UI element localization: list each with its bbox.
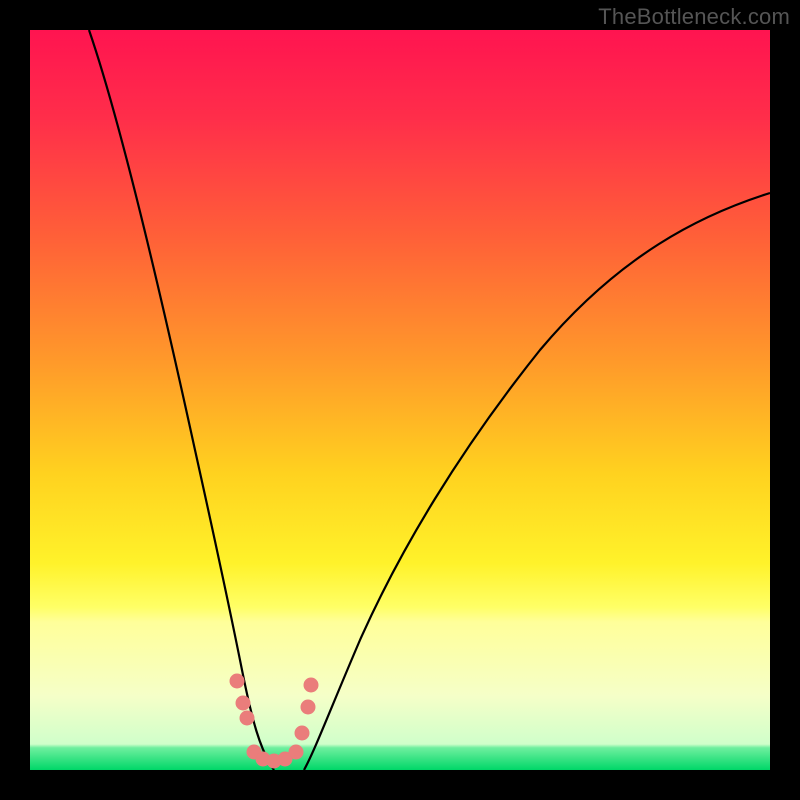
chart-frame: TheBottleneck.com xyxy=(0,0,800,800)
chart-curves xyxy=(30,30,770,770)
watermark-text: TheBottleneck.com xyxy=(598,4,790,30)
marker-dots xyxy=(230,674,318,768)
plot-area xyxy=(30,30,770,770)
right-curve xyxy=(304,193,770,770)
left-curve xyxy=(89,30,274,770)
